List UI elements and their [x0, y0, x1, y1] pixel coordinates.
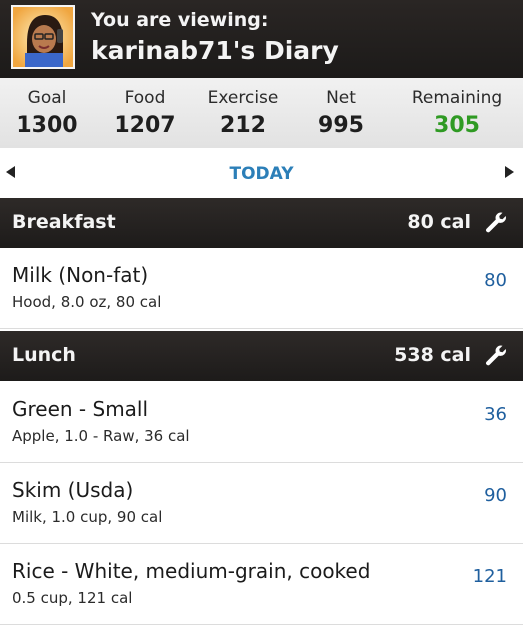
calorie-summary: Goal 1300 Food 1207 Exercise 212 Net 995…: [0, 78, 523, 148]
food-value: 1207: [114, 113, 176, 138]
food-item[interactable]: Skim (Usda) Milk, 1.0 cup, 90 cal 90: [0, 463, 523, 544]
viewing-label: You are viewing:: [91, 9, 269, 31]
exercise-label: Exercise: [207, 88, 279, 108]
next-day-arrow-icon[interactable]: [505, 166, 514, 178]
food-name: Milk (Non-fat): [12, 263, 149, 287]
meal-calories: 538 cal: [394, 344, 471, 366]
remaining-stat: Remaining 305: [405, 87, 509, 141]
wrench-icon[interactable]: [483, 210, 509, 236]
food-item[interactable]: Green - Small Apple, 1.0 - Raw, 36 cal 3…: [0, 382, 523, 463]
goal-stat: Goal 1300: [12, 87, 82, 141]
goal-value: 1300: [16, 113, 78, 138]
food-name: Rice - White, medium-grain, cooked: [12, 559, 371, 583]
food-calories: 121: [472, 566, 507, 587]
date-navigation: TODAY: [0, 148, 523, 200]
food-item[interactable]: Rice - White, medium-grain, cooked 0.5 c…: [0, 544, 523, 625]
meal-name: Breakfast: [12, 211, 116, 233]
food-detail: Milk, 1.0 cup, 90 cal: [12, 508, 163, 526]
net-label: Net: [326, 88, 356, 108]
diary-title: karinab71's Diary: [91, 36, 339, 65]
net-value: 995: [318, 113, 364, 138]
remaining-label: Remaining: [411, 88, 503, 108]
food-calories: 80: [484, 270, 507, 291]
profile-header: You are viewing: karinab71's Diary: [0, 0, 523, 78]
net-stat: Net 995: [306, 87, 376, 141]
food-calories: 36: [484, 404, 507, 425]
meal-header-breakfast[interactable]: Breakfast 80 cal: [0, 198, 523, 248]
meal-calories: 80 cal: [407, 211, 471, 233]
food-name: Green - Small: [12, 397, 149, 421]
wrench-icon[interactable]: [483, 343, 509, 369]
food-detail: Apple, 1.0 - Raw, 36 cal: [12, 427, 190, 445]
food-stat: Food 1207: [110, 87, 180, 141]
goal-label: Goal: [27, 88, 67, 108]
avatar[interactable]: [11, 5, 75, 69]
current-date-label[interactable]: TODAY: [0, 164, 523, 184]
food-calories: 90: [484, 485, 507, 506]
meal-header-lunch[interactable]: Lunch 538 cal: [0, 331, 523, 381]
food-detail: 0.5 cup, 121 cal: [12, 589, 133, 607]
food-item[interactable]: Milk (Non-fat) Hood, 8.0 oz, 80 cal 80: [0, 248, 523, 329]
exercise-value: 212: [220, 113, 266, 138]
avatar-image: [13, 7, 73, 67]
meal-name: Lunch: [12, 344, 76, 366]
food-name: Skim (Usda): [12, 478, 134, 502]
remaining-value: 305: [434, 113, 480, 138]
food-label: Food: [124, 88, 166, 108]
food-detail: Hood, 8.0 oz, 80 cal: [12, 293, 162, 311]
exercise-stat: Exercise 212: [201, 87, 285, 141]
